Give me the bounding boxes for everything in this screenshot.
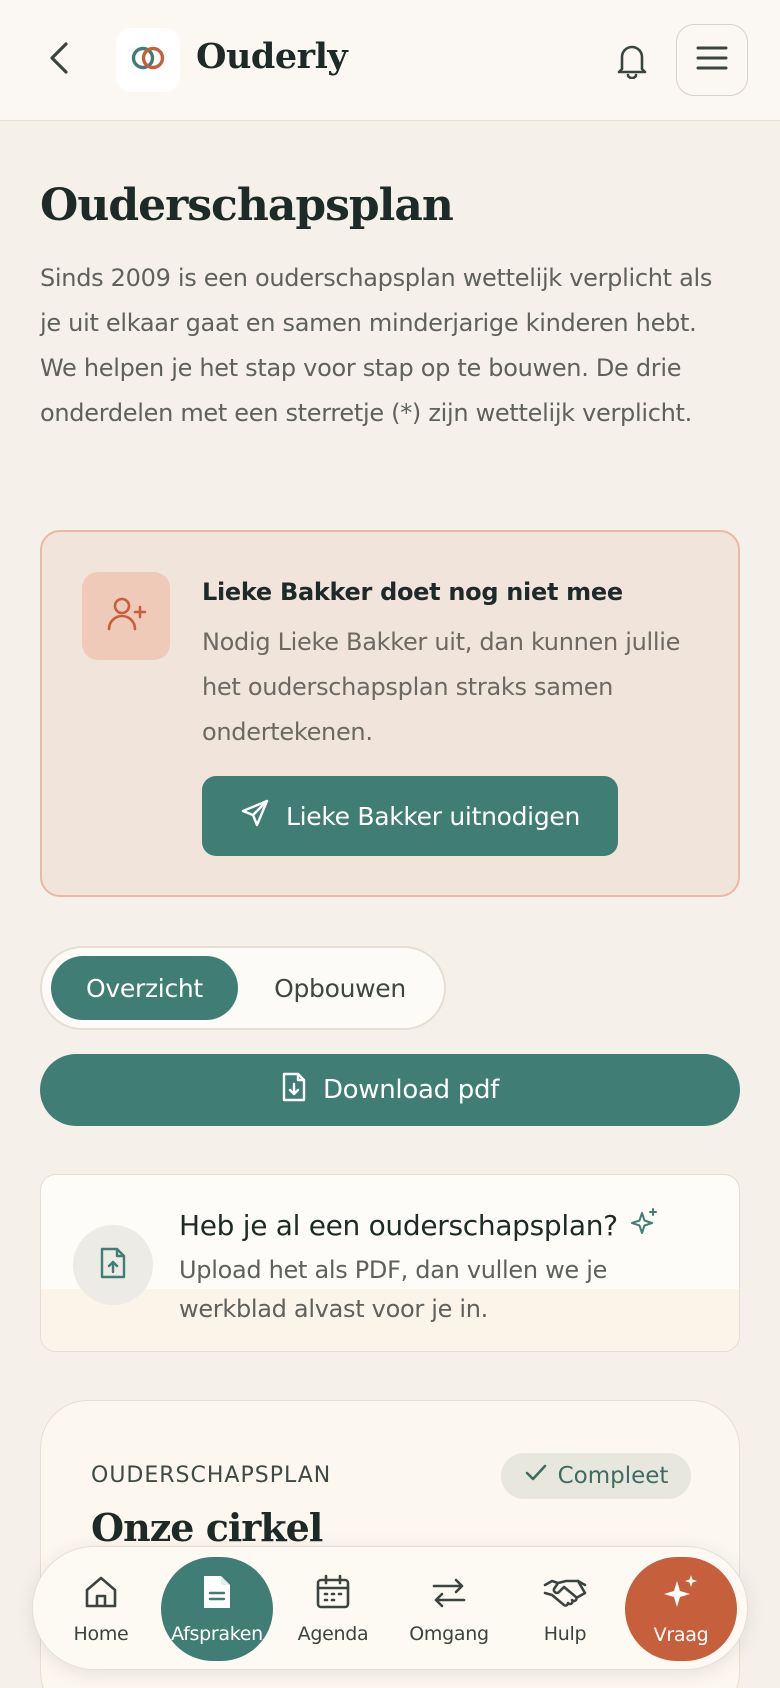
interlocking-rings-icon [130,44,166,76]
nav-omgang[interactable]: Omgang [393,1557,505,1661]
invite-icon-tile [82,572,170,660]
file-upload-icon [99,1246,127,1284]
view-toggle: Overzicht Opbouwen [40,946,446,1030]
nav-home[interactable]: Home [45,1557,157,1661]
notifications-button[interactable] [612,40,652,84]
invite-text: Nodig Lieke Bakker uit, dan kunnen julli… [202,628,681,746]
sparkle-icon [661,1572,701,1616]
tab-overzicht[interactable]: Overzicht [51,956,238,1020]
upload-plan-card[interactable]: Heb je al een ouderschapsplan? Upload he… [40,1174,740,1352]
arrows-swap-icon [430,1573,468,1615]
bell-icon [614,41,650,83]
plan-title: Onze cirkel [91,1505,323,1550]
send-icon [240,798,270,834]
page-title: Ouderschapsplan [40,180,454,231]
handshake-icon [542,1573,588,1615]
file-download-icon [281,1071,307,1110]
page-intro: Sinds 2009 is een ouderschapsplan wettel… [40,264,713,427]
calendar-icon [314,1573,352,1615]
invite-partner-button[interactable]: Lieke Bakker uitnodigen [202,776,618,856]
download-label: Download pdf [322,1075,500,1105]
invite-card: Lieke Bakker doet nog niet mee Nodig Lie… [40,530,740,897]
nav-afspraken[interactable]: Afspraken [161,1557,273,1661]
plan-eyebrow: OUDERSCHAPSPLAN [91,1463,332,1488]
upload-icon-circle [73,1225,153,1305]
nav-vraag[interactable]: Vraag [625,1557,737,1661]
tab-opbouwen[interactable]: Opbouwen [242,956,438,1020]
back-button[interactable] [40,38,80,82]
check-icon [524,1463,548,1489]
app-logo [116,28,180,92]
hamburger-menu-icon [695,44,729,76]
document-icon [200,1573,234,1615]
upload-title: Heb je al een ouderschapsplan? [179,1207,660,1244]
menu-button[interactable] [676,24,748,96]
nav-hulp[interactable]: Hulp [509,1557,621,1661]
status-badge: Compleet [501,1453,691,1499]
nav-agenda[interactable]: Agenda [277,1557,389,1661]
invite-button-label: Lieke Bakker uitnodigen [285,801,581,831]
sparkle-icon [630,1207,660,1244]
invite-title: Lieke Bakker doet nog niet mee [202,578,623,606]
download-pdf-button[interactable]: Download pdf [40,1054,740,1126]
chevron-left-icon [46,40,74,80]
brand-name: Ouderly [196,36,348,77]
app-header: Ouderly [0,0,780,121]
upload-text: Upload het als PDF, dan vullen we je wer… [179,1256,608,1323]
bottom-navigation: Home Afspraken Agenda Omgang Hulp Vraag [32,1546,748,1670]
user-plus-icon [105,595,147,637]
home-icon [82,1573,120,1615]
